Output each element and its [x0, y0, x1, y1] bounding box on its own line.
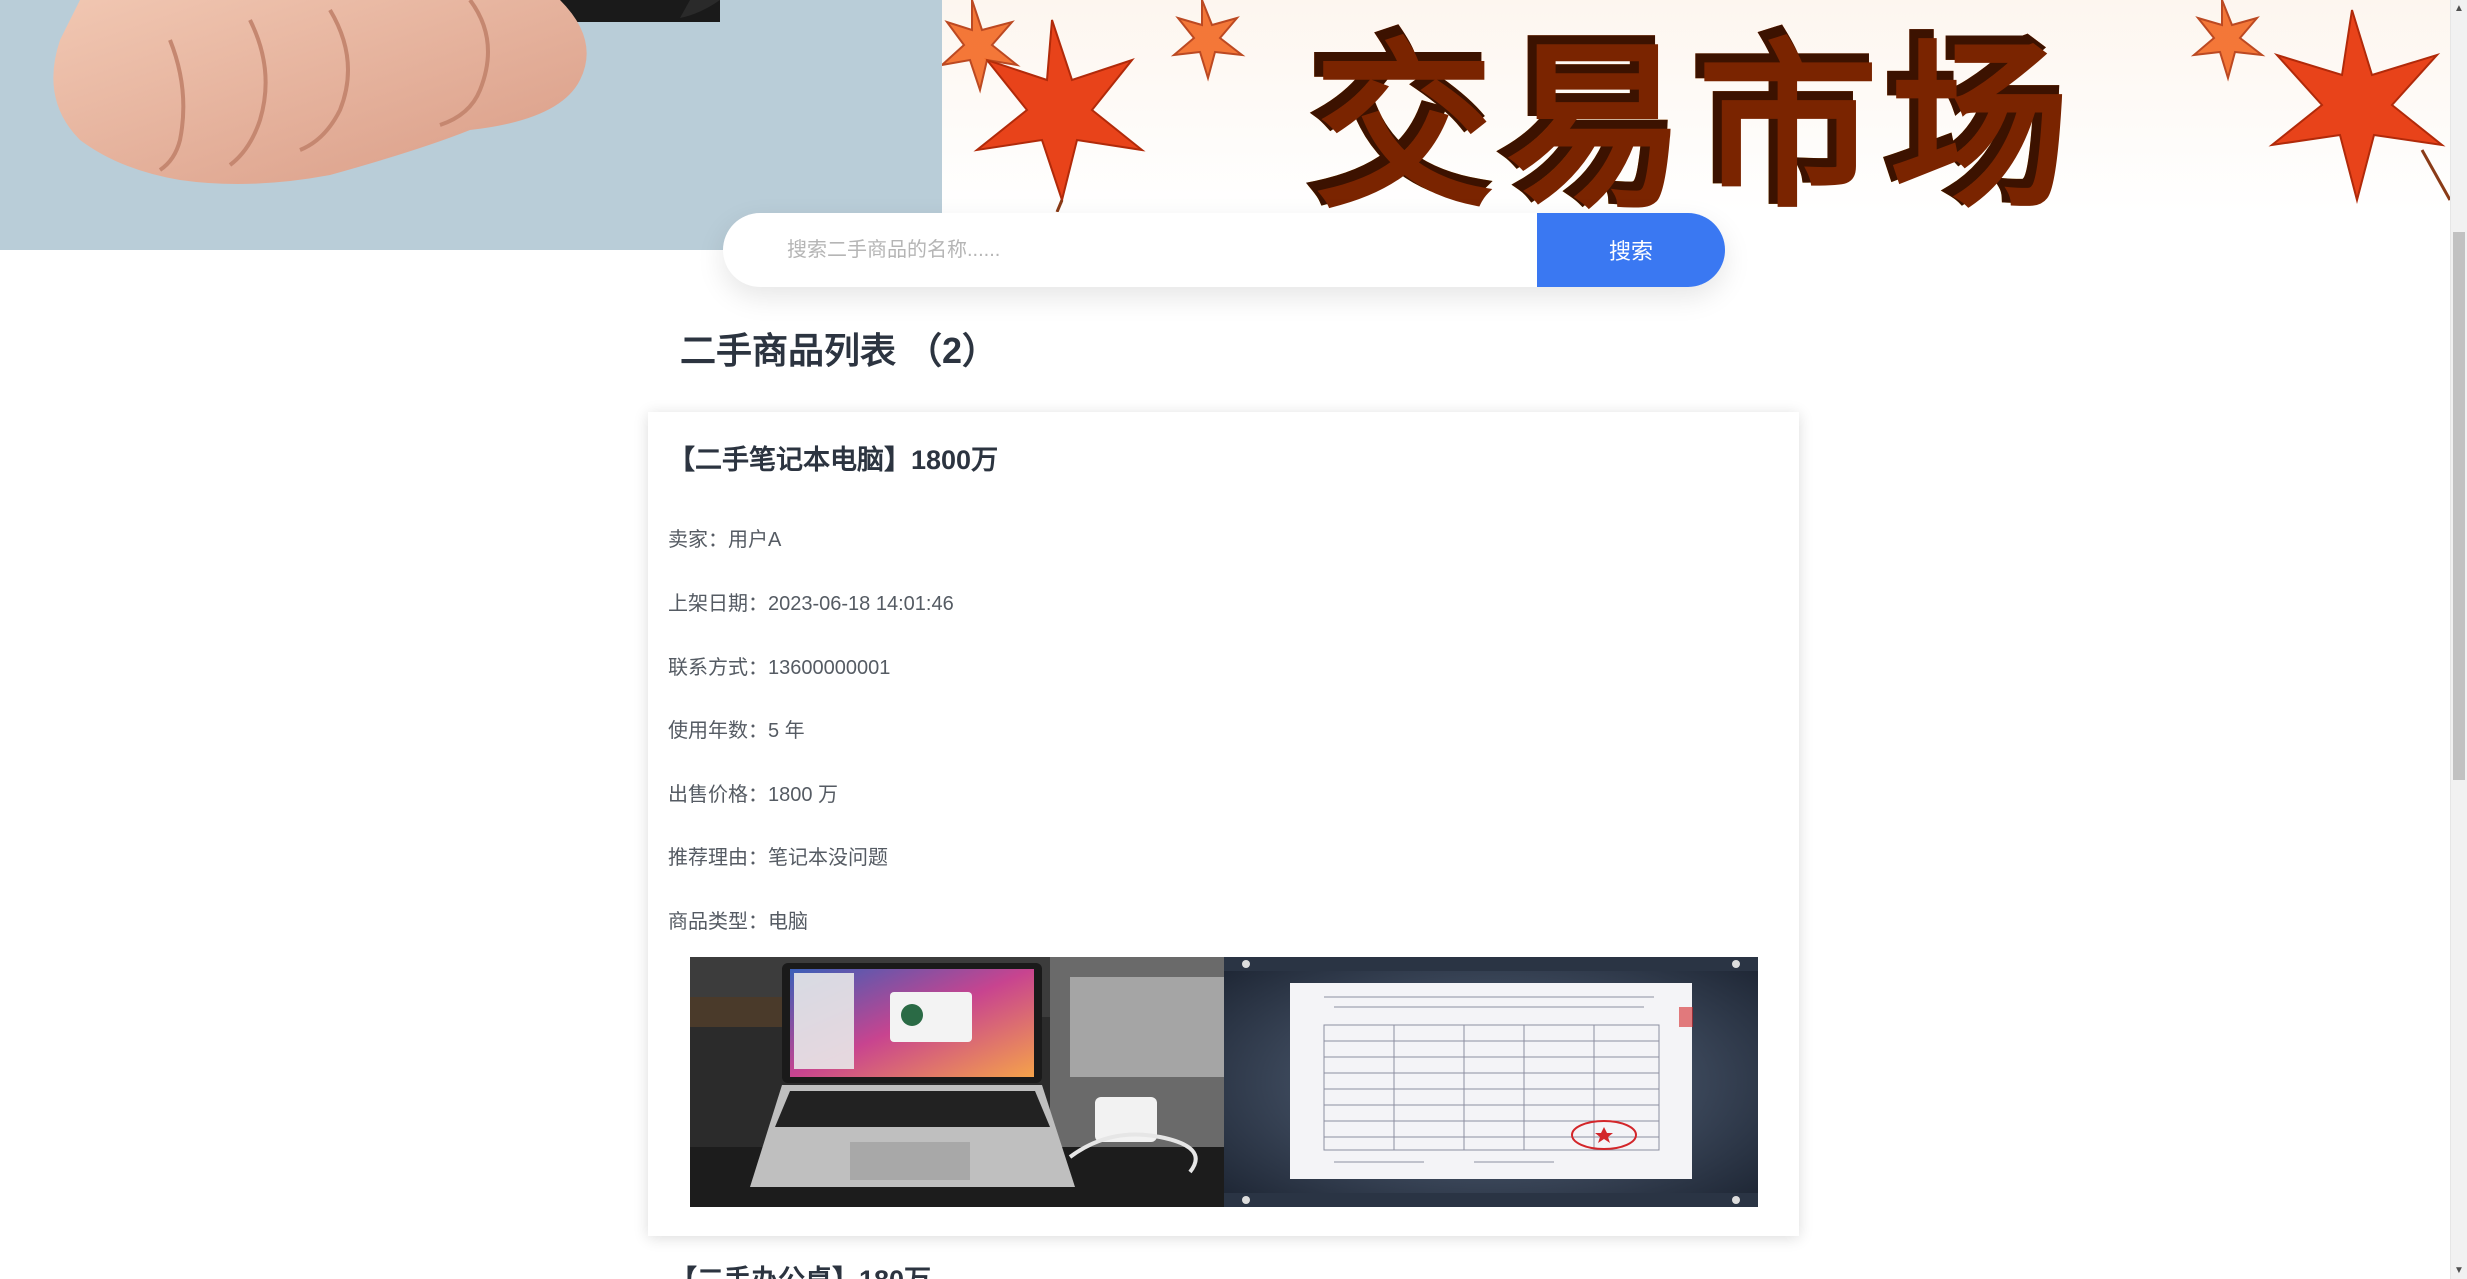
scroll-up-arrow-icon[interactable]: ▲: [2451, 0, 2467, 17]
banner-title: 交易市场: [1192, 10, 2192, 213]
search-button[interactable]: 搜索: [1537, 213, 1725, 287]
seller-field: 卖家：用户A: [668, 523, 781, 552]
product-title-2[interactable]: 【二手办公桌】180万: [670, 1258, 931, 1279]
scroll-down-arrow-icon[interactable]: ▼: [2451, 1262, 2467, 1279]
field-label: 联系方式：: [668, 657, 768, 679]
field-label: 出售价格：: [668, 784, 768, 806]
product-card: 【二手笔记本电脑】1800万 卖家：用户A 上架日期：2023-06-18 14…: [648, 412, 1799, 1236]
field-value: 电脑: [768, 911, 808, 933]
field-label: 使用年数：: [668, 720, 768, 742]
field-value: 5 年: [768, 720, 805, 742]
product-list-heading: 二手商品列表 （2）: [680, 330, 999, 371]
field-label: 上架日期：: [668, 593, 768, 615]
listing-date-field: 上架日期：2023-06-18 14:01:46: [668, 587, 954, 616]
page-viewport: 交易市场 搜索 二手商品列表 （2） 【二手笔记本电脑】1800万 卖家：用户A…: [0, 0, 2450, 1279]
field-value: 2023-06-18 14:01:46: [768, 593, 954, 615]
search-bar: 搜索: [723, 213, 1725, 287]
price-field: 出售价格：1800 万: [668, 778, 838, 807]
search-input[interactable]: [723, 213, 1538, 287]
field-label: 卖家：: [668, 529, 728, 551]
field-value: 1800 万: [768, 784, 839, 806]
vertical-scrollbar[interactable]: ▲ ▼: [2450, 0, 2467, 1279]
reason-field: 推荐理由：笔记本没问题: [668, 841, 888, 870]
banner-maple-title: 交易市场: [942, 0, 2450, 212]
field-value: 13600000001: [768, 657, 891, 679]
product-title[interactable]: 【二手笔记本电脑】1800万: [668, 438, 998, 477]
scrollbar-thumb[interactable]: [2453, 232, 2465, 780]
field-label: 推荐理由：: [668, 847, 768, 869]
field-value: 用户A: [728, 529, 782, 551]
laptop-photo[interactable]: [690, 957, 1224, 1207]
laptop-image: [690, 957, 1224, 1207]
years-used-field: 使用年数：5 年: [668, 714, 805, 743]
inspection-report-image: [1224, 957, 1758, 1207]
field-value: 笔记本没问题: [768, 847, 888, 869]
field-label: 商品类型：: [668, 911, 768, 933]
contact-field: 联系方式：13600000001: [668, 651, 890, 680]
category-field: 商品类型：电脑: [668, 905, 808, 934]
inspection-report-photo[interactable]: [1224, 957, 1758, 1207]
